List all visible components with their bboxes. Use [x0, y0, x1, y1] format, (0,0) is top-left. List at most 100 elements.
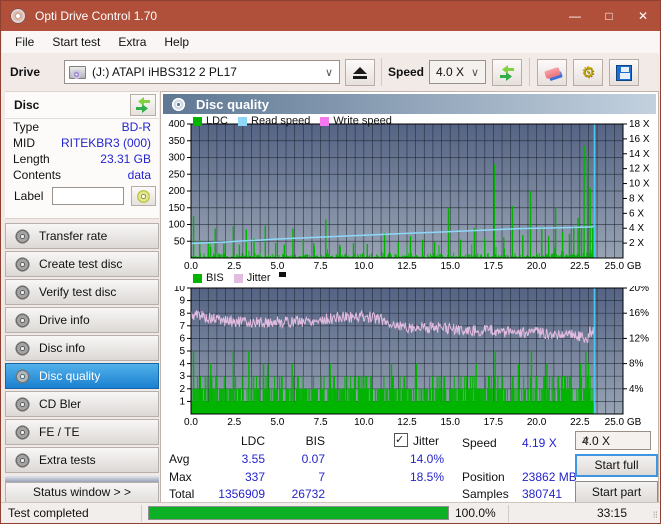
check-icon: ✓: [395, 434, 404, 446]
toolbar-separator: [529, 58, 530, 86]
menu-start-test[interactable]: Start test: [43, 32, 109, 52]
svg-text:16 X: 16 X: [629, 134, 650, 145]
eject-button[interactable]: [345, 59, 375, 86]
menu-help[interactable]: Help: [155, 32, 198, 52]
disc-icon: [15, 257, 30, 272]
svg-text:20%: 20%: [629, 286, 649, 294]
total-row-label: Total: [169, 487, 194, 501]
ldc-chart: 4003503002502001501005018 X16 X14 X12 X1…: [161, 116, 658, 272]
sidebar-item-disc-info[interactable]: Disc info: [5, 335, 159, 361]
max-bis: 7: [273, 470, 325, 484]
speed-select-value: 4.0 X: [430, 65, 464, 79]
sidebar-item-cd-bler[interactable]: CD Bler: [5, 391, 159, 417]
disc-length-value: 23.31 GB: [100, 152, 151, 166]
sidebar: Disc Type BD-R MID RITEKBR3 (000): [5, 91, 159, 503]
svg-text:0.0: 0.0: [184, 417, 198, 428]
drive-select-value: (J:) ATAPI iHBS312 2 PL17: [92, 65, 237, 79]
sidebar-item-extra-tests[interactable]: Extra tests: [5, 447, 159, 473]
svg-text:9: 9: [179, 296, 185, 307]
svg-text:1: 1: [179, 396, 185, 407]
svg-text:2 X: 2 X: [629, 238, 644, 249]
position-stat-label: Position: [462, 470, 505, 484]
save-button[interactable]: [609, 59, 639, 86]
minimize-button[interactable]: —: [558, 1, 592, 31]
svg-text:25.0 GB: 25.0 GB: [605, 261, 642, 272]
bis-column-header: BIS: [273, 434, 325, 448]
app-icon: [10, 8, 26, 24]
sidebar-item-disc-quality[interactable]: Disc quality: [5, 363, 159, 389]
write-label-button[interactable]: [131, 186, 156, 206]
close-button[interactable]: ✕: [626, 1, 660, 31]
refresh-icon: [134, 97, 152, 113]
eraser-icon: [544, 66, 561, 78]
disc-mid-value: RITEKBR3 (000): [61, 136, 151, 150]
refresh-icon: [498, 65, 516, 81]
toolbar: Drive (J:) ATAPI iHBS312 2 PL17 ∨ Speed …: [2, 53, 659, 91]
jitter-column-header: Jitter: [413, 434, 439, 448]
disc-mid-row: MID RITEKBR3 (000): [5, 135, 159, 151]
start-part-button[interactable]: Start part: [575, 481, 658, 504]
sidebar-item-verify-test-disc[interactable]: Verify test disc: [5, 279, 159, 305]
resize-grip[interactable]: ⁝⁝: [653, 510, 657, 521]
samples-stat-value: 380741: [522, 487, 562, 501]
speed-label: Speed: [388, 65, 424, 79]
panel-title: Disc quality: [196, 97, 269, 112]
window-body: Disc Type BD-R MID RITEKBR3 (000): [1, 91, 660, 503]
disc-icon: [15, 453, 30, 468]
erase-disc-button[interactable]: [537, 59, 567, 86]
status-text: Test completed: [8, 506, 89, 520]
disc-icon: [15, 341, 30, 356]
cd-icon: [137, 190, 150, 203]
svg-text:350: 350: [168, 136, 185, 147]
svg-text:2: 2: [179, 384, 185, 395]
tools-button[interactable]: ⚙: [573, 59, 603, 86]
speed-stat-label: Speed: [462, 436, 497, 450]
menu-extra[interactable]: Extra: [109, 32, 155, 52]
svg-text:12%: 12%: [629, 333, 649, 344]
refresh-disc-button[interactable]: [130, 94, 156, 116]
speed-select[interactable]: 4.0 X ∨: [429, 60, 486, 84]
disc-mid-label: MID: [13, 136, 35, 150]
disc-type-value: BD-R: [122, 120, 151, 134]
progress-fill: [149, 507, 448, 519]
progress-percent: 100.0%: [455, 506, 496, 520]
svg-text:6 X: 6 X: [629, 208, 644, 219]
disc-icon: [15, 369, 30, 384]
svg-text:4: 4: [179, 359, 185, 370]
svg-text:2.5: 2.5: [227, 261, 241, 272]
svg-text:10: 10: [174, 286, 186, 294]
avg-row-label: Avg: [169, 452, 189, 466]
sidebar-item-fe-te[interactable]: FE / TE: [5, 419, 159, 445]
menu-file[interactable]: File: [6, 32, 43, 52]
sidebar-item-create-test-disc[interactable]: Create test disc: [5, 251, 159, 277]
svg-text:4%: 4%: [629, 384, 644, 395]
svg-text:250: 250: [168, 169, 185, 180]
refresh-button[interactable]: [492, 59, 522, 86]
bis-legend-chip: [193, 274, 202, 283]
samples-stat-label: Samples: [462, 487, 509, 501]
drive-select[interactable]: (J:) ATAPI iHBS312 2 PL17 ∨: [64, 60, 340, 84]
svg-text:0.0: 0.0: [184, 261, 198, 272]
svg-text:5.0: 5.0: [270, 417, 284, 428]
svg-text:17.5: 17.5: [484, 417, 504, 428]
label-input[interactable]: [52, 187, 124, 205]
svg-text:100: 100: [168, 220, 185, 231]
sidebar-item-drive-info[interactable]: Drive info: [5, 307, 159, 333]
svg-text:12.5: 12.5: [397, 417, 417, 428]
disc-contents-row: Contents data: [5, 167, 159, 183]
speed-select-bottom[interactable]: 4.0 X ∨: [575, 431, 651, 450]
sidebar-item-transfer-rate[interactable]: Transfer rate: [5, 223, 159, 249]
svg-text:8 X: 8 X: [629, 193, 644, 204]
svg-text:6: 6: [179, 333, 185, 344]
disc-type-row: Type BD-R: [5, 119, 159, 135]
maximize-button[interactable]: □: [592, 1, 626, 31]
stats-panel: LDC BIS ✓ Jitter Speed 4.19 X 4.0 X ∨ Av…: [161, 430, 658, 502]
disc-icon: [15, 285, 30, 300]
status-window-button[interactable]: Status window > >: [5, 482, 159, 503]
disc-quality-panel: Disc quality LDC Read speed Write speed …: [160, 91, 659, 503]
save-icon: [616, 65, 632, 81]
elapsed-time: 33:15: [561, 506, 627, 520]
jitter-checkbox[interactable]: ✓: [394, 433, 408, 447]
start-full-button[interactable]: Start full: [575, 454, 658, 477]
chart2-legend: BIS Jitter: [193, 272, 286, 284]
